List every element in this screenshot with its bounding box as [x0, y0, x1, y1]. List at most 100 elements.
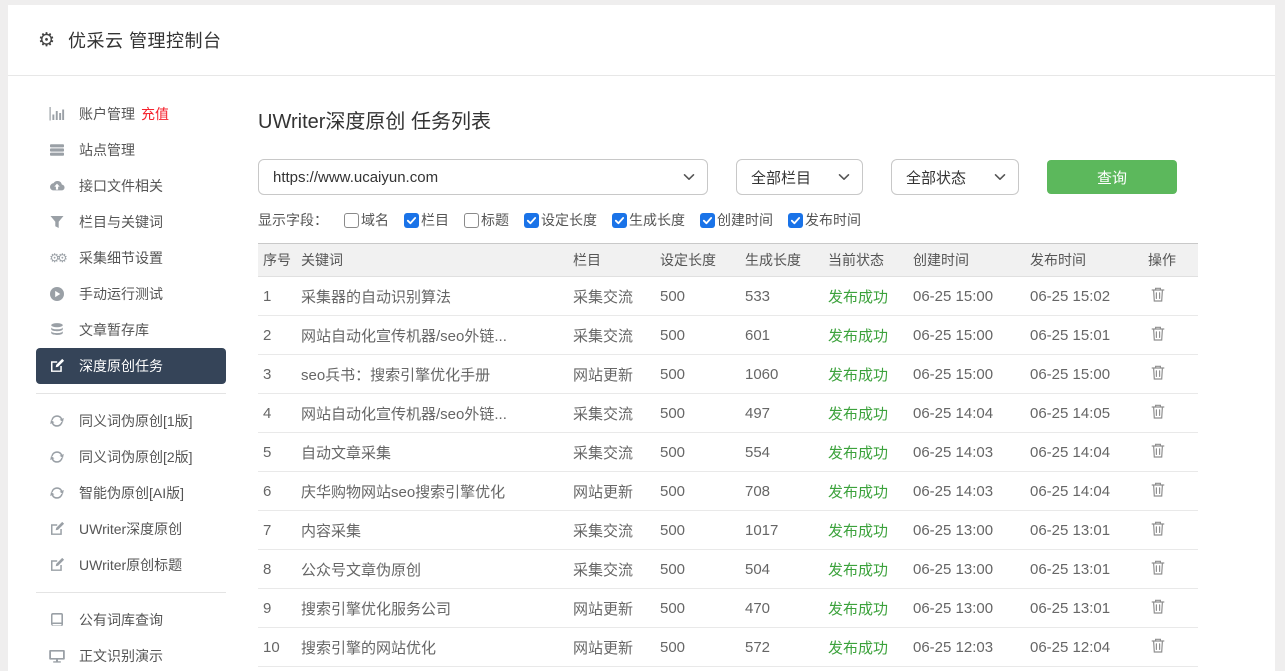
- field-checkbox-label: 生成长度: [629, 210, 685, 230]
- cell-category: 采集交流: [568, 316, 655, 355]
- cell-set_len: 500: [655, 550, 740, 589]
- sidebar-item-UWriter深度原创[interactable]: UWriter深度原创: [36, 511, 226, 547]
- cell-keyword: 公众号文章伪原创: [296, 550, 568, 589]
- table-row: 4网站自动化宣传机器/seo外链...采集交流500497发布成功06-25 1…: [258, 394, 1198, 433]
- cell-created: 06-25 14:03: [908, 433, 1025, 472]
- sidebar-item-手动运行测试[interactable]: 手动运行测试: [36, 276, 226, 312]
- delete-task-button[interactable]: [1150, 403, 1166, 423]
- gear-icon: ⚙: [38, 31, 55, 50]
- sidebar-item-栏目与关键词[interactable]: 栏目与关键词: [36, 204, 226, 240]
- trash-icon: [1150, 364, 1166, 384]
- checkbox-checked-icon: [788, 213, 803, 228]
- fields-label: 显示字段：: [258, 210, 328, 230]
- sidebar-item-label: 深度原创任务: [79, 356, 163, 376]
- field-checkbox-发布时间[interactable]: 发布时间: [788, 210, 861, 230]
- cell-category: 采集交流: [568, 277, 655, 316]
- delete-task-button[interactable]: [1150, 637, 1166, 657]
- sidebar-item-智能伪原创[AI版][interactable]: 智能伪原创[AI版]: [36, 475, 226, 511]
- field-checkbox-标题[interactable]: 标题: [464, 210, 509, 230]
- field-checkbox-域名[interactable]: 域名: [344, 210, 389, 230]
- cell-created: 06-25 15:00: [908, 355, 1025, 394]
- cell-keyword: 网站自动化宣传机器/seo外链...: [296, 394, 568, 433]
- cell-published: 06-25 12:04: [1025, 628, 1143, 667]
- cell-category: 采集交流: [568, 433, 655, 472]
- delete-task-button[interactable]: [1150, 598, 1166, 618]
- cell-created: 06-25 13:00: [908, 511, 1025, 550]
- cell-actions: [1143, 511, 1198, 550]
- sidebar-item-公有词库查询[interactable]: 公有词库查询: [36, 602, 226, 638]
- sidebar-item-label: UWriter原创标题: [79, 555, 182, 575]
- field-checkbox-label: 栏目: [421, 210, 449, 230]
- cell-actions: [1143, 316, 1198, 355]
- cell-gen_len: 708: [740, 472, 823, 511]
- category-select-value: 全部栏目: [751, 167, 811, 188]
- recharge-link[interactable]: 充值: [141, 104, 169, 124]
- cell-gen_len: 572: [740, 628, 823, 667]
- cell-created: 06-25 15:00: [908, 316, 1025, 355]
- monitor-icon: [48, 648, 66, 665]
- sidebar-item-同义词伪原创[2版][interactable]: 同义词伪原创[2版]: [36, 439, 226, 475]
- cell-keyword: 搜索引擎优化服务公司: [296, 589, 568, 628]
- field-checkbox-label: 设定长度: [541, 210, 597, 230]
- cell-gen_len: 470: [740, 589, 823, 628]
- cell-gen_len: 554: [740, 433, 823, 472]
- sidebar-item-正文识别演示[interactable]: 正文识别演示: [36, 638, 226, 671]
- checkbox-unchecked-icon: [344, 213, 359, 228]
- cell-no: 7: [258, 511, 296, 550]
- delete-task-button[interactable]: [1150, 286, 1166, 306]
- gears-icon: ⚙⚙: [48, 250, 66, 267]
- cell-actions: [1143, 472, 1198, 511]
- cell-gen_len: 504: [740, 550, 823, 589]
- page-title: UWriter深度原创 任务列表: [258, 105, 1275, 134]
- cell-set_len: 500: [655, 511, 740, 550]
- cell-status: 发布成功: [823, 316, 908, 355]
- sidebar: 账户管理充值站点管理接口文件相关栏目与关键词⚙⚙采集细节设置手动运行测试文章暂存…: [8, 76, 248, 671]
- trash-icon: [1150, 286, 1166, 306]
- table-row: 5自动文章采集采集交流500554发布成功06-25 14:0306-25 14…: [258, 433, 1198, 472]
- edit-icon: [48, 358, 66, 375]
- sidebar-item-同义词伪原创[1版][interactable]: 同义词伪原创[1版]: [36, 403, 226, 439]
- status-select[interactable]: 全部状态: [891, 159, 1019, 195]
- sidebar-item-label: 同义词伪原创[1版]: [79, 411, 193, 431]
- task-table: 序号关键词栏目设定长度生成长度当前状态创建时间发布时间操作 1采集器的自动识别算…: [258, 243, 1198, 667]
- site-select[interactable]: https://www.ucaiyun.com: [258, 159, 708, 195]
- delete-task-button[interactable]: [1150, 442, 1166, 462]
- sidebar-item-账户管理[interactable]: 账户管理充值: [36, 96, 226, 132]
- app-title: 优采云 管理控制台: [68, 27, 222, 53]
- sidebar-item-采集细节设置[interactable]: ⚙⚙采集细节设置: [36, 240, 226, 276]
- delete-task-button[interactable]: [1150, 325, 1166, 345]
- site-select-value: https://www.ucaiyun.com: [273, 169, 438, 186]
- cell-created: 06-25 13:00: [908, 589, 1025, 628]
- field-checkbox-栏目[interactable]: 栏目: [404, 210, 449, 230]
- cell-actions: [1143, 628, 1198, 667]
- field-checkbox-设定长度[interactable]: 设定长度: [524, 210, 597, 230]
- checkbox-unchecked-icon: [464, 213, 479, 228]
- sidebar-item-文章暂存库[interactable]: 文章暂存库: [36, 312, 226, 348]
- column-header-发布时间: 发布时间: [1025, 244, 1143, 277]
- edit-icon: [48, 521, 66, 538]
- cell-keyword: 内容采集: [296, 511, 568, 550]
- cell-status: 发布成功: [823, 550, 908, 589]
- sidebar-item-UWriter原创标题[interactable]: UWriter原创标题: [36, 547, 226, 583]
- cell-set_len: 500: [655, 472, 740, 511]
- cell-created: 06-25 12:03: [908, 628, 1025, 667]
- book-icon: [48, 612, 66, 629]
- delete-task-button[interactable]: [1150, 520, 1166, 540]
- cell-actions: [1143, 589, 1198, 628]
- cell-set_len: 500: [655, 394, 740, 433]
- field-checkbox-创建时间[interactable]: 创建时间: [700, 210, 773, 230]
- checkbox-checked-icon: [700, 213, 715, 228]
- delete-task-button[interactable]: [1150, 481, 1166, 501]
- category-select[interactable]: 全部栏目: [736, 159, 863, 195]
- delete-task-button[interactable]: [1150, 559, 1166, 579]
- cell-category: 采集交流: [568, 394, 655, 433]
- sidebar-item-label: 手动运行测试: [79, 284, 163, 304]
- cell-no: 8: [258, 550, 296, 589]
- delete-task-button[interactable]: [1150, 364, 1166, 384]
- sidebar-item-站点管理[interactable]: 站点管理: [36, 132, 226, 168]
- query-button[interactable]: 查询: [1047, 160, 1177, 194]
- sidebar-item-接口文件相关[interactable]: 接口文件相关: [36, 168, 226, 204]
- field-checkbox-生成长度[interactable]: 生成长度: [612, 210, 685, 230]
- sidebar-item-深度原创任务[interactable]: 深度原创任务: [36, 348, 226, 384]
- cell-published: 06-25 14:04: [1025, 472, 1143, 511]
